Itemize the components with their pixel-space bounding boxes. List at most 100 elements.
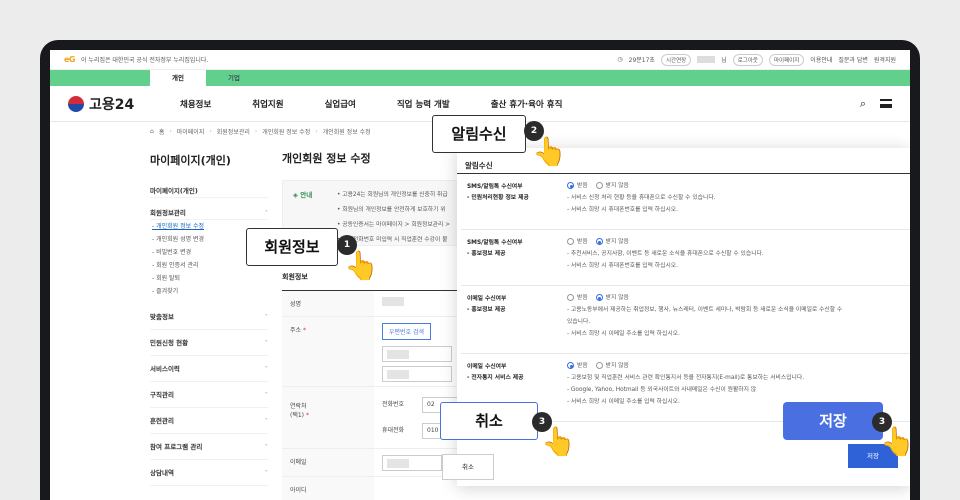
notice-label: ◈ 안내 xyxy=(293,191,313,199)
radio-no[interactable]: 받지 않음 xyxy=(595,362,629,369)
radio-selected-icon xyxy=(567,182,574,189)
row-label: SMS/알림톡 수신여부 - 홍보정보 제공 xyxy=(467,240,523,257)
breadcrumb-item[interactable]: 마이페이지 xyxy=(177,127,205,136)
tab-personal[interactable]: 개인 xyxy=(150,70,206,86)
nav-parental-leave[interactable]: 출산 휴가·육아 휴직 xyxy=(491,98,563,110)
brand-logo[interactable]: 고용24 xyxy=(68,94,180,114)
radio-no[interactable]: 받지 않음 xyxy=(595,182,629,189)
sidebar-group-civil[interactable]: 민원신청 현황 ˅ xyxy=(150,330,268,356)
radio-yes[interactable]: 받음 xyxy=(567,362,588,369)
note-line: - 서비스 희망 시 휴대폰번호를 입력 하십시오. xyxy=(567,263,678,269)
search-icon[interactable]: ⌕ xyxy=(860,97,866,111)
sidebar-sub-withdraw[interactable]: - 회원 탈퇴 xyxy=(150,272,268,285)
egov-logo: eG xyxy=(64,55,76,64)
section-title: 회원정보 xyxy=(282,273,308,281)
breadcrumb-item[interactable]: 개인회원 정보 수정 xyxy=(262,127,310,136)
radio-yes[interactable]: 받음 xyxy=(567,294,588,301)
row-label: 아이디 xyxy=(282,477,374,500)
chevron-down-icon: ˅ xyxy=(264,443,268,451)
table-row: 이메일 수신여부 - 홍보정보 제공 받음 받지 않음 - 고용노동부에서 제공하는… xyxy=(461,286,910,354)
gov-notice-text: 이 누리집은 대한민국 공식 전자정부 누리집입니다. xyxy=(81,57,209,64)
sidebar-item-mypage[interactable]: 마이페이지(개인) xyxy=(150,184,268,198)
note-line: - 서비스 희망 시 이메일 주소를 입력 하십시오. xyxy=(567,331,680,337)
radio-yes[interactable]: 받음 xyxy=(567,238,588,245)
sidebar: 마이페이지(개인) 마이페이지(개인) 회원정보관리 ˄ - 개인회원 정보 수정… xyxy=(150,146,268,486)
sidebar-group-custom[interactable]: 맞춤정보 ˅ xyxy=(150,304,268,330)
sidebar-group-training[interactable]: 훈련관리 ˅ xyxy=(150,408,268,434)
sidebar-group-member-info[interactable]: 회원정보관리 ˄ xyxy=(150,206,268,220)
row-label: 이메일 수신여부 - 홍보정보 제공 xyxy=(467,296,507,313)
chevron-down-icon: ˅ xyxy=(264,469,268,477)
cancel-button[interactable]: 취소 xyxy=(442,454,494,480)
radio-no[interactable]: 받지 않음 xyxy=(595,238,629,245)
breadcrumb-item[interactable]: 홈 xyxy=(159,127,165,136)
pointing-hand-icon: 👆 xyxy=(344,249,379,282)
note-line: - 고용노동부에서 제공하는 취업정보, 행사, 뉴스레터, 이벤트 세미나, … xyxy=(567,307,843,313)
sidebar-sub-favorites[interactable]: - 즐겨찾기 xyxy=(150,285,268,298)
menu-icon[interactable] xyxy=(880,99,892,108)
guide-link[interactable]: 이용안내 xyxy=(810,55,832,64)
qna-link[interactable]: 질문과 답변 xyxy=(838,55,868,64)
note-line: - 서비스 희망 시 휴대폰번호를 입력 하십시오. xyxy=(567,207,678,213)
nav-jobs[interactable]: 채용정보 xyxy=(180,98,211,110)
radio-icon xyxy=(567,294,574,301)
radio-icon xyxy=(595,362,603,369)
user-type-tabs: 개인 기업 xyxy=(50,70,910,86)
chevron-up-icon: ˄ xyxy=(264,209,268,217)
nav-skills-development[interactable]: 직업 능력 개발 xyxy=(397,98,450,110)
row-label: 성명 xyxy=(282,291,374,316)
note-line: - Google, Yahoo, Hotmail 등 외국사이트와 사내메일은 … xyxy=(567,387,757,393)
radio-yes[interactable]: 받음 xyxy=(567,182,588,189)
utility-bar: eG 이 누리집은 대한민국 공식 전자정부 누리집입니다. ◷ 29분17초 … xyxy=(50,50,910,70)
pointing-hand-icon: 👆 xyxy=(532,135,567,168)
address-field[interactable] xyxy=(382,346,452,362)
breadcrumb-item[interactable]: 개인회원 정보 수정 xyxy=(323,127,371,136)
radio-selected-icon xyxy=(595,238,603,245)
logout-button[interactable]: 로그아웃 xyxy=(732,53,763,66)
note-line: - 서비스 신청 처리 현황 등을 휴대폰으로 수신할 수 있습니다. xyxy=(567,195,716,201)
row-label: 이메일 xyxy=(282,449,374,476)
pointing-hand-icon: 👆 xyxy=(880,425,915,458)
mypage-button[interactable]: 마이페이지 xyxy=(768,53,805,66)
note-line: 있습니다. xyxy=(567,319,591,325)
nav-employment-support[interactable]: 취업지원 xyxy=(252,98,283,110)
chevron-down-icon: ˅ xyxy=(264,313,268,321)
row-label: 주소 * xyxy=(282,317,374,386)
radio-selected-icon xyxy=(567,362,574,369)
sidebar-group-service-history[interactable]: 서비스이력 ˅ xyxy=(150,356,268,382)
table-row: SMS/알림톡 수신여부 - 민원처리현황 정보 제공 받음 받지 않음 - 서비스… xyxy=(461,174,910,230)
home-icon[interactable]: ⌂ xyxy=(150,128,154,135)
email-field[interactable] xyxy=(382,455,442,471)
address-detail-field[interactable] xyxy=(382,366,452,382)
masked-value xyxy=(382,297,404,306)
chevron-down-icon: ˅ xyxy=(264,391,268,399)
callout-save: 저장 xyxy=(783,402,883,440)
callout-cancel: 취소 xyxy=(440,402,538,440)
sidebar-title: 마이페이지(개인) xyxy=(150,154,231,167)
mobile-label: 휴대전화 xyxy=(382,427,405,434)
row-label: 연락처 (택1) * xyxy=(282,387,374,448)
nav-unemployment-benefit[interactable]: 실업급여 xyxy=(325,98,356,110)
session-timer: 29분17초 xyxy=(628,57,655,64)
chevron-down-icon: ˅ xyxy=(264,339,268,347)
note-line: - 추천서비스, 공지사항, 이벤트 등 새로운 소식을 휴대폰으로 수신할 수… xyxy=(567,251,764,257)
notice-line: • 회원님의 개인정보를 안전하게 보호하기 위 xyxy=(337,207,446,213)
zip-search-button[interactable]: 우편번호 검색 xyxy=(382,323,432,340)
phone-label: 전화번호 xyxy=(382,401,405,408)
radio-icon xyxy=(567,238,574,245)
sidebar-group-programs[interactable]: 참여 프로그램 관리 ˅ xyxy=(150,434,268,460)
radio-selected-icon xyxy=(595,294,603,301)
radio-no[interactable]: 받지 않음 xyxy=(595,294,629,301)
sidebar-group-job-search[interactable]: 구직관리 ˅ xyxy=(150,382,268,408)
callout-member-info: 회원정보 xyxy=(246,228,338,266)
chevron-down-icon: ˅ xyxy=(264,365,268,373)
radio-icon xyxy=(595,182,603,189)
extend-session-button[interactable]: 시간연장 xyxy=(660,53,692,66)
sidebar-group-counseling[interactable]: 상담내역 ˅ xyxy=(150,460,268,486)
notice-line: • 고용24는 회원님의 개인정보를 신중히 취급 xyxy=(337,192,448,198)
user-suffix: 님 xyxy=(721,57,727,64)
notice-line: • 공동인증서는 마이페이지 > 회원정보관리 > xyxy=(337,222,451,228)
remote-support-link[interactable]: 원격지원 xyxy=(874,55,896,64)
tab-company[interactable]: 기업 xyxy=(206,70,262,86)
breadcrumb-item[interactable]: 회원정보관리 xyxy=(217,127,250,136)
